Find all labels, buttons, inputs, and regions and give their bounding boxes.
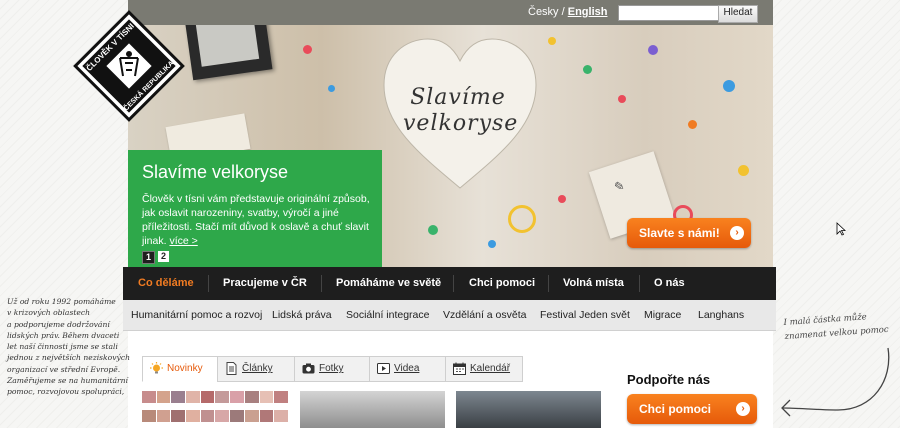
confetti-dot [618, 95, 626, 103]
mouse-cursor-icon [836, 222, 846, 236]
tab-clanky[interactable]: Články [217, 356, 294, 382]
tab-fotky[interactable]: Fotky [294, 356, 369, 382]
subnav-item-vzdelani-a-osveta[interactable]: Vzdělání a osvěta [443, 300, 526, 330]
tab-novinky[interactable]: Novinky [142, 356, 217, 382]
subnav-item-migrace[interactable]: Migrace [644, 300, 681, 330]
confetti-dot [428, 225, 438, 235]
hero-callout: Slavíme velkoryse Člověk v tísni vám pře… [128, 150, 382, 267]
handwritten-intro: Už od roku 1992 pomáháme v krizových obl… [7, 297, 130, 397]
search-button[interactable]: Hledat [718, 5, 758, 23]
hero-callout-title: Slavíme velkoryse [142, 162, 289, 182]
tab-clanky-label: Články [242, 363, 273, 374]
nav-item-o-nas[interactable]: O nás [654, 267, 685, 300]
celebrate-button[interactable]: Slavte s námi! › [627, 218, 751, 248]
help-button-label: Chci pomoci [639, 402, 712, 416]
tab-fotky-label: Fotky [319, 363, 344, 374]
confetti-dot [648, 45, 658, 55]
hand-drawn-arrow-icon [781, 347, 890, 417]
nav-divider [548, 275, 549, 292]
nav-divider [208, 275, 209, 292]
camera-icon [302, 363, 315, 374]
nav-divider [639, 275, 640, 292]
search-input[interactable] [618, 5, 720, 21]
celebrate-button-label: Slavte s námi! [639, 226, 720, 240]
confetti-dot [488, 240, 496, 248]
tab-videa[interactable]: Videa [369, 356, 445, 382]
confetti-dot [688, 120, 697, 129]
pager-item-1[interactable]: 1 [142, 251, 155, 264]
confetti-dot [723, 80, 735, 92]
subnav-item-socialni-integrace[interactable]: Sociální integrace [346, 300, 429, 330]
hero-callout-text: Člověk v tísni vám představuje origináln… [142, 193, 370, 247]
play-icon [377, 363, 390, 374]
subnav-item-langhans[interactable]: Langhans [698, 300, 744, 330]
nav-item-chci-pomoci[interactable]: Chci pomoci [469, 267, 535, 300]
news-photo[interactable] [300, 391, 445, 428]
hero-pager: 1 2 [142, 251, 169, 264]
sub-nav: Humanitární pomoc a rozvoj Lidská práva … [123, 300, 776, 331]
subnav-item-festival-jeden-svet[interactable]: Festival Jeden svět [540, 300, 630, 330]
subnav-item-lidska-prava[interactable]: Lidská práva [272, 300, 332, 330]
nav-divider [321, 275, 322, 292]
more-link[interactable]: více > [169, 235, 197, 247]
nav-divider [453, 275, 454, 292]
confetti-ring [508, 205, 536, 233]
tab-kalendar-label: Kalendář [470, 363, 511, 374]
confetti-dot [558, 195, 566, 203]
arrow-right-icon: › [730, 226, 744, 240]
pager-item-2[interactable]: 2 [158, 251, 169, 262]
nav-item-volna-mista[interactable]: Volná místa [563, 267, 624, 300]
nav-item-co-delame[interactable]: Co děláme [138, 267, 194, 300]
confetti-dot [328, 85, 335, 92]
nav-item-pracujeme-v-cr[interactable]: Pracujeme v ČR [223, 267, 307, 300]
content-tabs: Novinky Články Fotky Videa Kalendář [142, 356, 523, 382]
tab-novinky-label: Novinky [167, 363, 203, 374]
support-title: Podpořte nás [627, 372, 711, 387]
help-button[interactable]: Chci pomoci › [627, 394, 757, 424]
calendar-icon [453, 362, 466, 375]
site-logo[interactable]: ČLOVĚK V TÍSNI ČESKÁ REPUBLIKA [73, 10, 185, 122]
news-photo[interactable] [456, 391, 601, 428]
bulb-icon [150, 362, 163, 374]
confetti-dot [548, 37, 556, 45]
arrow-right-icon: › [736, 402, 750, 416]
confetti-dot [583, 65, 592, 74]
heart-card-text: Slavíme velkoryse [403, 85, 519, 136]
lang-separator: / [558, 6, 568, 18]
document-icon [226, 362, 237, 375]
subnav-item-humanitarni-pomoc[interactable]: Humanitární pomoc a rozvoj [131, 300, 262, 330]
tab-kalendar[interactable]: Kalendář [445, 356, 523, 382]
news-thumbnails[interactable] [142, 391, 288, 428]
tab-videa-label: Videa [394, 363, 420, 374]
lang-en-link[interactable]: English [568, 6, 608, 18]
language-switcher: Česky / English [528, 6, 607, 18]
confetti-dot [303, 45, 312, 54]
lang-cz-link[interactable]: Česky [528, 6, 559, 18]
main-nav: Co děláme Pracujeme v ČR Pomáháme ve svě… [123, 267, 776, 300]
nav-item-pomahame-ve-svete[interactable]: Pomáháme ve světě [336, 267, 441, 300]
confetti-dot [738, 165, 749, 176]
